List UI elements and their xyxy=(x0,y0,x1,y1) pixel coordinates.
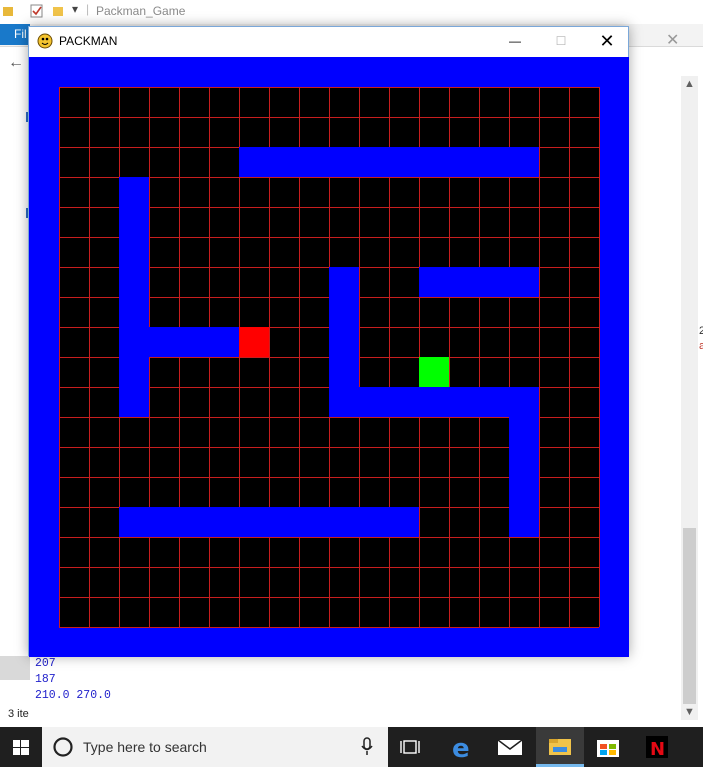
console-output: 207 187 210.0 270.0 xyxy=(35,656,111,704)
pygame-snake-icon xyxy=(37,33,53,49)
svg-text:N: N xyxy=(650,739,665,760)
file-explorer-icon[interactable] xyxy=(536,727,584,767)
scroll-up-icon[interactable]: ▲ xyxy=(684,78,695,90)
maze-wall xyxy=(329,267,359,417)
console-line: 210.0 270.0 xyxy=(35,689,111,702)
close-button[interactable]: ✕ xyxy=(584,27,630,56)
maze-wall xyxy=(119,507,419,537)
folder-quickaccess-icon[interactable] xyxy=(2,4,16,18)
microphone-icon[interactable] xyxy=(360,737,374,757)
edge-icon[interactable]: e xyxy=(438,727,486,767)
target-block xyxy=(419,357,449,387)
maze-wall xyxy=(119,177,149,417)
taskbar: Type here to search e N xyxy=(0,727,703,767)
player-block xyxy=(239,327,269,357)
task-view-icon[interactable] xyxy=(388,727,436,767)
minimize-button[interactable]: — xyxy=(492,27,538,56)
game-window-title: PACKMAN xyxy=(59,34,118,48)
scroll-down-icon[interactable]: ▼ xyxy=(684,706,695,718)
status-bar-fragment xyxy=(0,656,30,680)
item-count-label: 3 ite xyxy=(8,708,29,720)
maze-wall xyxy=(509,387,539,537)
console-line: 187 xyxy=(35,673,56,686)
cortana-circle-icon xyxy=(53,737,73,757)
explorer-titlebar: ▾ | Packman_Game xyxy=(0,0,703,24)
netflix-icon[interactable]: N xyxy=(634,727,682,767)
game-window: PACKMAN — ☐ ✕ xyxy=(28,26,629,657)
search-placeholder: Type here to search xyxy=(83,739,207,755)
maximize-button[interactable]: ☐ xyxy=(538,27,584,56)
file-tab[interactable]: Fil xyxy=(0,24,30,45)
maze-wall xyxy=(359,387,509,417)
mail-icon[interactable] xyxy=(486,727,534,767)
store-icon[interactable] xyxy=(584,727,632,767)
back-arrow-icon[interactable]: ← xyxy=(8,54,24,72)
properties-icon[interactable] xyxy=(30,4,44,18)
show-desktop-edge[interactable] xyxy=(682,727,703,767)
taskbar-search-box[interactable]: Type here to search xyxy=(42,727,388,767)
explorer-scroll-thumb[interactable] xyxy=(683,528,696,704)
maze-wall xyxy=(239,147,539,177)
game-titlebar[interactable]: PACKMAN — ☐ ✕ xyxy=(29,27,628,57)
explorer-close-icon[interactable]: ✕ xyxy=(666,30,679,50)
maze-wall xyxy=(419,267,539,297)
details-fragment: 2 xyxy=(699,325,703,337)
maze-wall xyxy=(149,327,239,357)
start-button[interactable] xyxy=(0,727,42,767)
new-folder-icon[interactable] xyxy=(52,4,66,18)
game-board[interactable] xyxy=(29,57,629,657)
windows-logo-icon xyxy=(13,740,29,755)
explorer-window-title: Packman_Game xyxy=(96,4,186,18)
title-separator: | xyxy=(86,2,90,16)
console-line: 207 xyxy=(35,657,56,670)
details-fragment: a xyxy=(699,340,703,352)
svg-text:e: e xyxy=(452,734,470,764)
quick-access-dropdown-icon[interactable]: ▾ xyxy=(72,2,78,16)
